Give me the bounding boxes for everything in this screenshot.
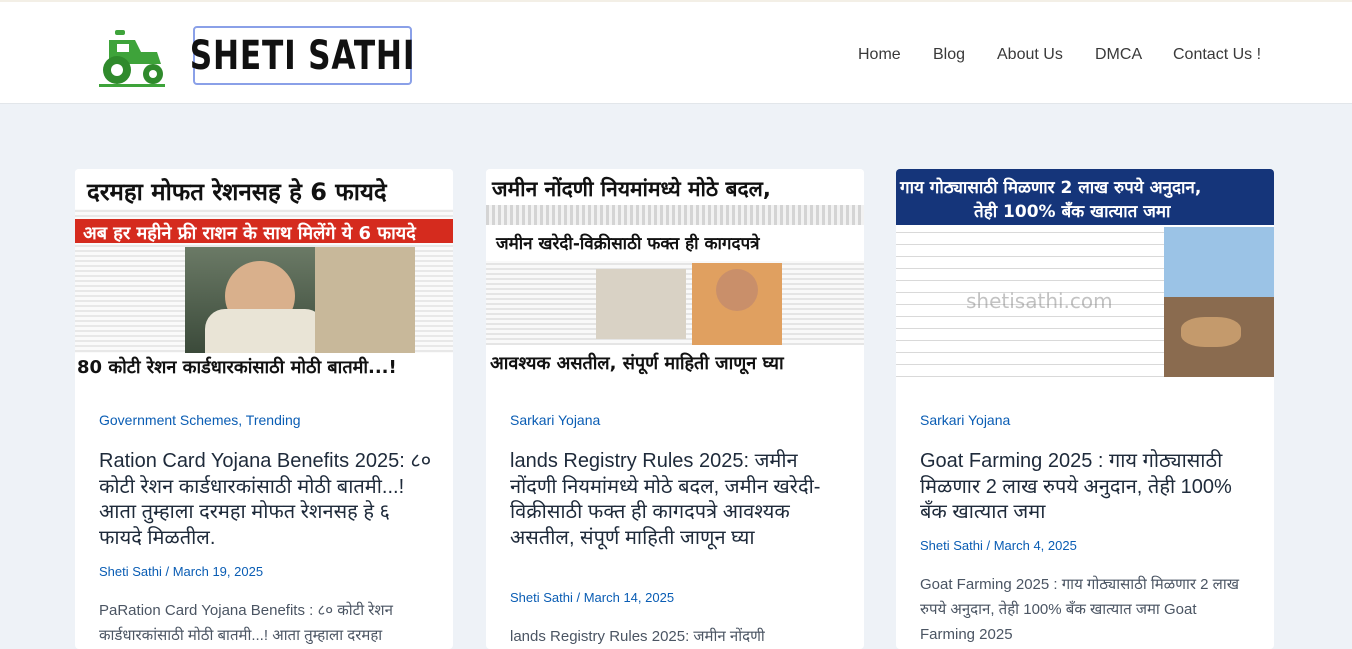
thumbnail-headline: दरमहा मोफत रेशनसह हे 6 फायदे <box>87 178 387 206</box>
thumbnail-caption: आवश्यक असतील, संपूर्ण माहिती जाणून घ्या <box>490 353 784 374</box>
post-categories[interactable]: Government Schemes, Trending <box>99 412 301 428</box>
thumbnail-headline: गाय गोठ्यासाठी मिळणार 2 लाख रुपये अनुदान… <box>900 178 1202 198</box>
post-title[interactable]: lands Registry Rules 2025: जमीन नोंदणी न… <box>510 449 844 551</box>
thumbnail-caption: 80 कोटी रेशन कार्डधारकांसाठी मोठी बातमी.… <box>77 357 397 378</box>
post-title[interactable]: Goat Farming 2025 : गाय गोठ्यासाठी मिळणा… <box>920 449 1254 526</box>
post-card: गाय गोठ्यासाठी मिळणार 2 लाख रुपये अनुदान… <box>896 169 1274 649</box>
post-excerpt: lands Registry Rules 2025: जमीन नोंदणी <box>510 628 765 645</box>
nav-contact-us[interactable]: Contact Us ! <box>1173 46 1261 64</box>
post-thumbnail[interactable]: दरमहा मोफत रेशनसह हे 6 फायदे अब हर महीने… <box>75 169 453 379</box>
thumbnail-subheadline: अब हर महीने फ्री राशन के साथ मिलेंगे ये … <box>83 223 416 244</box>
nav-blog[interactable]: Blog <box>933 46 965 64</box>
post-excerpt: Goat Farming 2025 : गाय गोठ्यासाठी मिळणा… <box>920 576 1240 643</box>
nav-about-us[interactable]: About Us <box>997 46 1063 64</box>
logo-wordmark: SHETI SATHI <box>189 26 416 85</box>
nav-home[interactable]: Home <box>858 46 901 64</box>
thumbnail-watermark: shetisathi.com <box>966 289 1113 313</box>
site-header: SHETI SATHI Home Blog About Us DMCA Cont… <box>0 2 1352 104</box>
tractor-icon <box>99 30 165 87</box>
thumbnail-subheadline: तेही 100% बँक खात्यात जमा <box>974 202 1171 222</box>
post-meta[interactable]: Sheti Sathi / March 14, 2025 <box>510 590 674 605</box>
thumbnail-headline: जमीन नोंदणी नियमांमध्ये मोठे बदल, <box>492 177 771 201</box>
post-title[interactable]: Ration Card Yojana Benefits 2025: ८० कोट… <box>99 449 433 551</box>
post-thumbnail[interactable]: जमीन नोंदणी नियमांमध्ये मोठे बदल, जमीन ख… <box>486 169 864 379</box>
nav-dmca[interactable]: DMCA <box>1095 46 1142 64</box>
post-categories[interactable]: Sarkari Yojana <box>920 412 1010 428</box>
post-card: दरमहा मोफत रेशनसह हे 6 फायदे अब हर महीने… <box>75 169 453 649</box>
logo-text: SHETI SATHI <box>189 32 416 79</box>
post-categories[interactable]: Sarkari Yojana <box>510 412 600 428</box>
post-meta[interactable]: Sheti Sathi / March 19, 2025 <box>99 564 263 579</box>
thumbnail-subheadline: जमीन खरेदी-विक्रीसाठी फक्त ही कागदपत्रे <box>496 234 760 254</box>
post-meta[interactable]: Sheti Sathi / March 4, 2025 <box>920 538 1077 553</box>
post-excerpt: PaRation Card Yojana Benefits : ८० कोटी … <box>99 602 393 644</box>
post-card: जमीन नोंदणी नियमांमध्ये मोठे बदल, जमीन ख… <box>486 169 864 649</box>
post-thumbnail[interactable]: गाय गोठ्यासाठी मिळणार 2 लाख रुपये अनुदान… <box>896 169 1274 379</box>
